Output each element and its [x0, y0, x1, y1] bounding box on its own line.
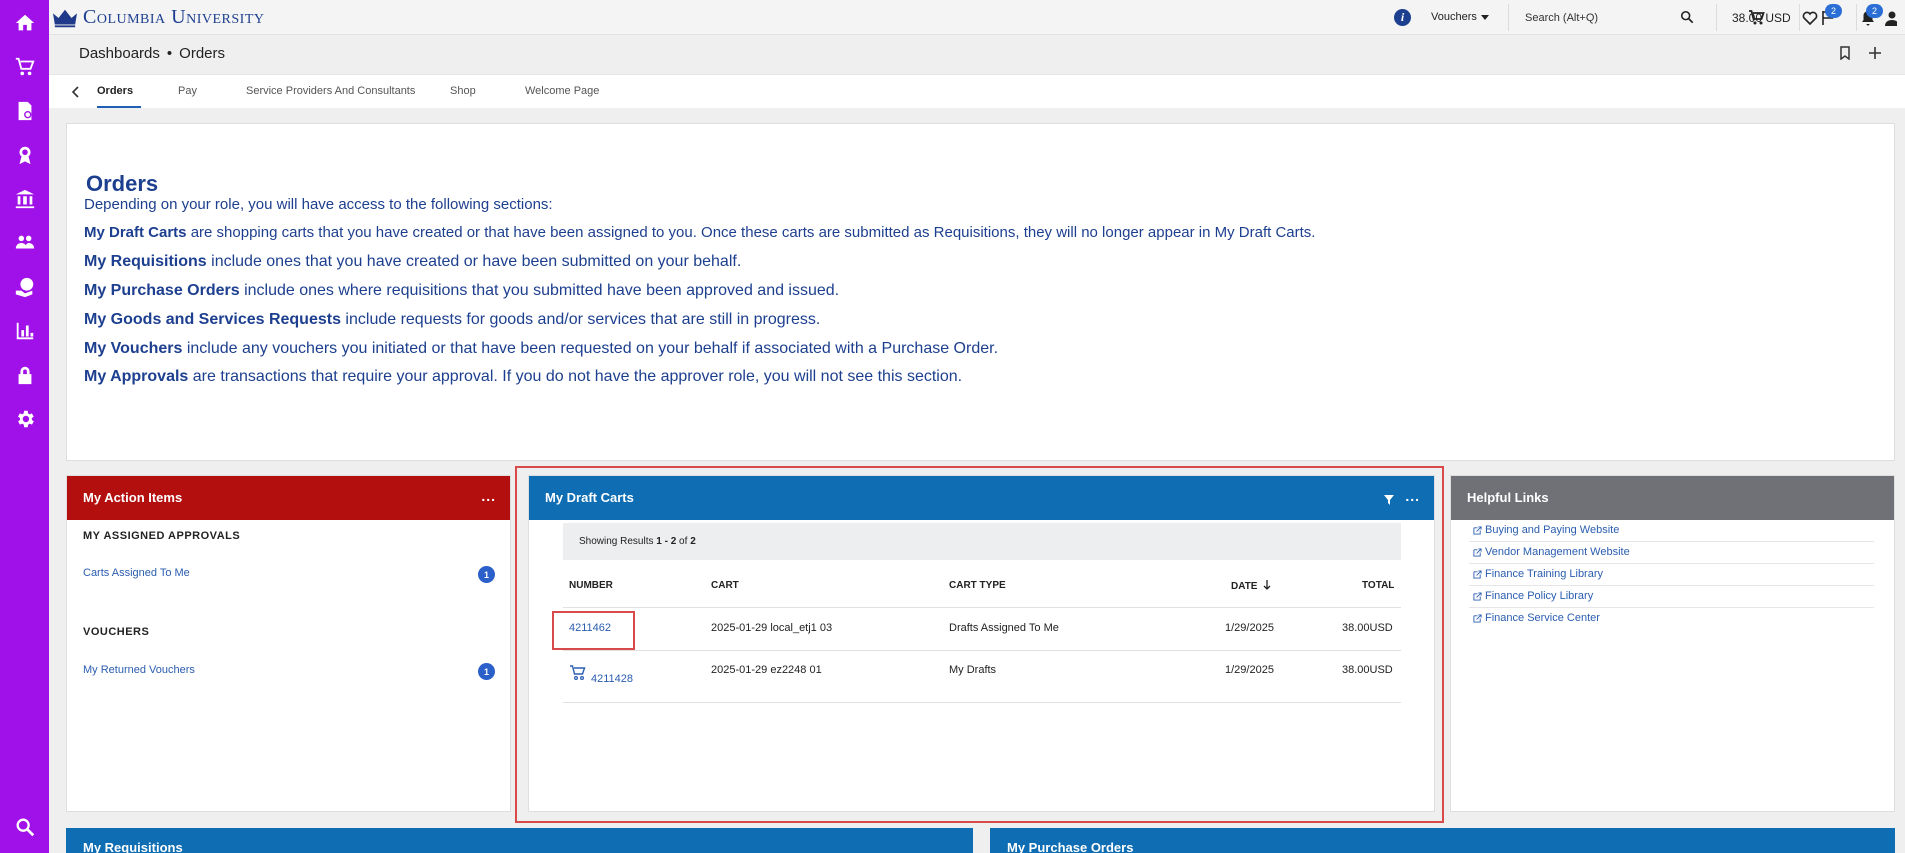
lock-icon[interactable]: [12, 362, 38, 388]
tab-shop[interactable]: Shop: [450, 85, 476, 97]
left-sidebar: [0, 0, 49, 853]
people-icon[interactable]: [12, 230, 38, 256]
tab-pay[interactable]: Pay: [178, 85, 197, 97]
orders-intro-panel: Orders Depending on your role, you will …: [66, 123, 1895, 461]
orders-intro-text: Depending on your role, you will have ac…: [84, 196, 553, 213]
brand-name: Columbia University: [83, 6, 265, 28]
crown-icon: [53, 9, 77, 27]
document-icon[interactable]: [12, 98, 38, 124]
divider: [1716, 4, 1717, 31]
vouchers-label: Vouchers: [1431, 11, 1477, 23]
external-link-icon: [1473, 613, 1482, 623]
divider: [1469, 585, 1874, 586]
help-link-service-center[interactable]: Finance Service Center: [1473, 612, 1600, 624]
heart-icon[interactable]: [1801, 9, 1819, 27]
more-options-icon[interactable]: ...: [481, 488, 496, 504]
ribbon-icon[interactable]: [12, 142, 38, 168]
purchase-orders-card-header: My Purchase Orders: [990, 828, 1895, 853]
divider: [1469, 563, 1874, 564]
external-link-icon: [1473, 569, 1482, 579]
highlight-draft-carts: [515, 466, 1444, 823]
bank-icon[interactable]: [12, 186, 38, 212]
globe-hand-icon[interactable]: [12, 274, 38, 300]
bar-chart-icon[interactable]: [12, 318, 38, 344]
divider: [1508, 4, 1509, 31]
carts-assigned-count: 1: [478, 566, 495, 583]
action-items-header: My Action Items ...: [67, 476, 510, 520]
divider: [1799, 4, 1800, 31]
add-icon[interactable]: [1868, 46, 1882, 60]
dashboard-tabs: Orders Pay Service Providers And Consult…: [49, 74, 1905, 108]
orders-line-draft-carts: My Draft Carts are shopping carts that y…: [84, 224, 1316, 241]
external-link-icon: [1473, 591, 1482, 601]
breadcrumb-current: Orders: [179, 45, 225, 62]
assigned-approvals-title: MY ASSIGNED APPROVALS: [83, 530, 241, 542]
requisitions-title: My Requisitions: [83, 840, 183, 853]
search-icon[interactable]: [12, 814, 38, 840]
vouchers-title: VOUCHERS: [83, 626, 150, 638]
caret-down-icon: [1480, 14, 1489, 20]
tab-orders[interactable]: Orders: [97, 85, 133, 97]
info-icon[interactable]: i: [1394, 9, 1411, 26]
orders-line-approvals: My Approvals are transactions that requi…: [84, 368, 963, 385]
chevron-left-icon[interactable]: [69, 85, 83, 99]
requisitions-card-header: My Requisitions: [66, 828, 973, 853]
tab-service-providers[interactable]: Service Providers And Consultants: [246, 85, 415, 97]
orders-title: Orders: [86, 171, 159, 196]
returned-vouchers-count: 1: [478, 663, 495, 680]
home-icon[interactable]: [12, 10, 38, 36]
tab-welcome-page[interactable]: Welcome Page: [525, 85, 599, 97]
user-icon[interactable]: [1883, 9, 1897, 27]
orders-line-vouchers: My Vouchers include any vouchers you ini…: [84, 340, 999, 357]
vouchers-dropdown[interactable]: Vouchers: [1431, 11, 1489, 23]
breadcrumb-dashboards[interactable]: Dashboards: [79, 45, 160, 62]
cart-icon[interactable]: [12, 54, 38, 80]
breadcrumb: Dashboards • Orders: [79, 45, 225, 62]
search-box: [1525, 4, 1697, 31]
top-header: Columbia University i Vouchers 38.00 USD…: [49, 0, 1905, 35]
university-logo[interactable]: Columbia University: [53, 6, 265, 29]
action-items-title: My Action Items: [83, 490, 183, 505]
gear-icon[interactable]: [12, 406, 38, 432]
orders-line-goods-services: My Goods and Services Requests include r…: [84, 311, 821, 328]
help-link-policy-library[interactable]: Finance Policy Library: [1473, 590, 1593, 602]
help-link-buying-paying[interactable]: Buying and Paying Website: [1473, 524, 1619, 536]
divider: [1469, 541, 1874, 542]
orders-line-purchase-orders: My Purchase Orders include ones where re…: [84, 282, 840, 299]
divider: [1856, 4, 1857, 31]
external-link-icon: [1473, 547, 1482, 557]
carts-assigned-link[interactable]: Carts Assigned To Me: [83, 567, 190, 579]
active-tab-indicator: [97, 106, 141, 108]
orders-line-requisitions: My Requisitions include ones that you ha…: [84, 253, 742, 270]
flag-badge: 2: [1825, 4, 1842, 18]
breadcrumb-separator: •: [166, 45, 173, 62]
search-input[interactable]: [1525, 4, 1697, 31]
external-link-icon: [1473, 525, 1482, 535]
purchase-orders-title: My Purchase Orders: [1007, 840, 1134, 853]
divider: [1469, 607, 1874, 608]
bell-badge: 2: [1866, 4, 1883, 18]
helpful-links-header: Helpful Links: [1451, 476, 1894, 520]
action-items-card: My Action Items ... MY ASSIGNED APPROVAL…: [66, 475, 511, 812]
help-link-training-library[interactable]: Finance Training Library: [1473, 568, 1603, 580]
help-link-vendor-management[interactable]: Vendor Management Website: [1473, 546, 1630, 558]
search-icon[interactable]: [1680, 10, 1694, 24]
bookmark-icon[interactable]: [1838, 46, 1852, 60]
returned-vouchers-link[interactable]: My Returned Vouchers: [83, 664, 195, 676]
cart-icon[interactable]: [1748, 9, 1766, 27]
helpful-links-title: Helpful Links: [1467, 490, 1549, 505]
helpful-links-card: Helpful Links Buying and Paying Website …: [1450, 475, 1895, 812]
